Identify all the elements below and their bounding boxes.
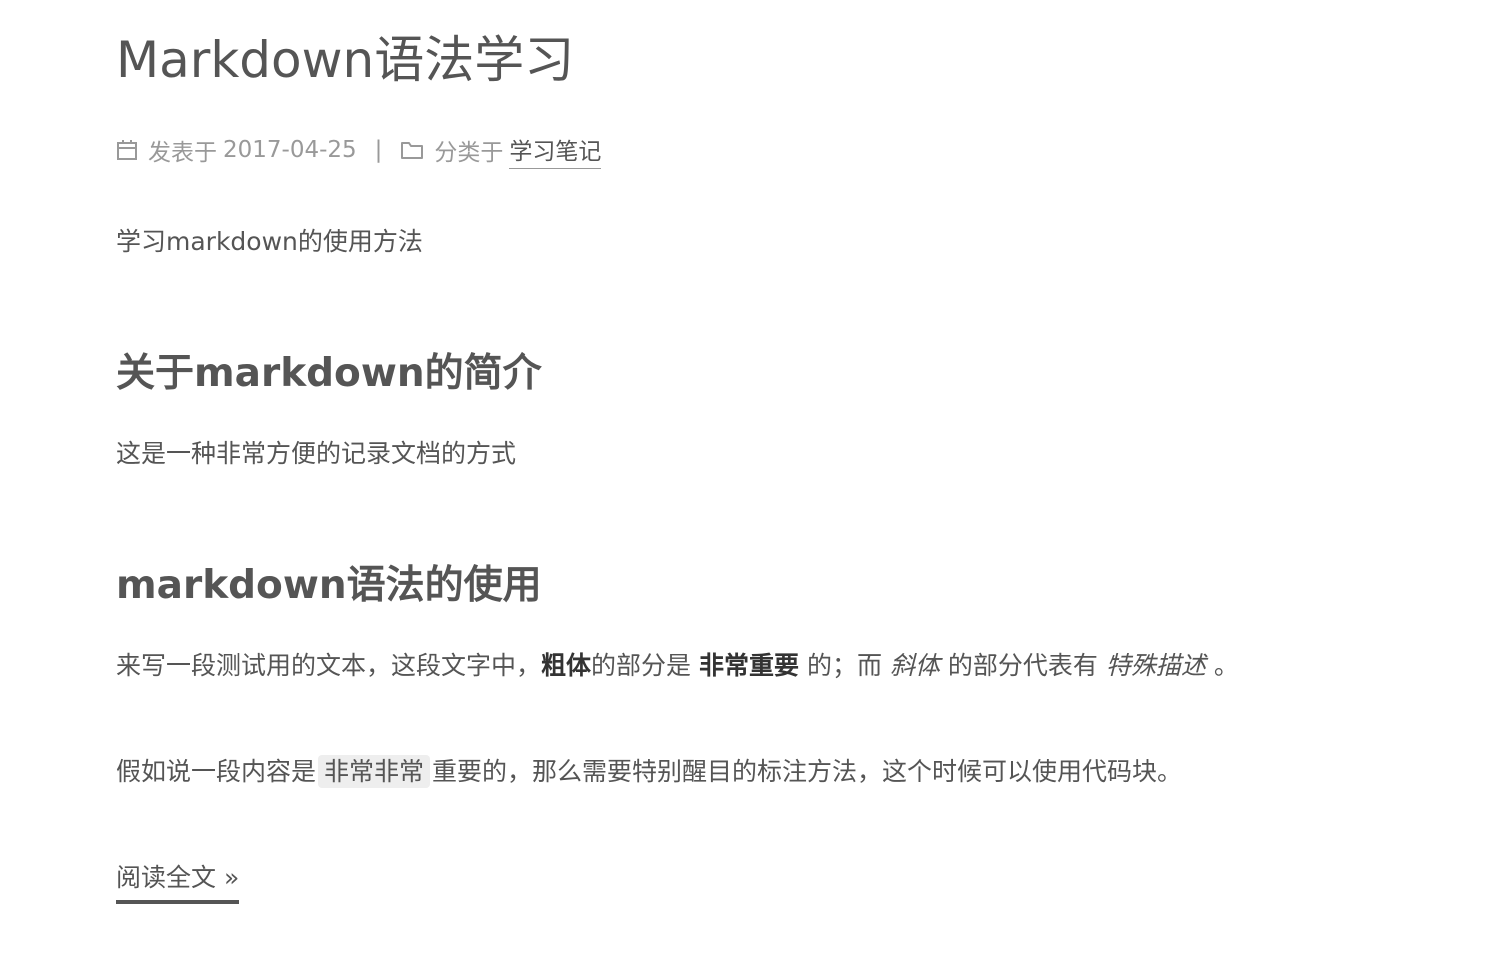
post-title[interactable]: Markdown语法学习 [116, 28, 574, 92]
text-fragment: 假如说一段内容是 [116, 757, 317, 786]
section-heading-usage: markdown语法的使用 [116, 563, 542, 608]
posted-label: 发表于 [148, 140, 217, 166]
bold-text: 非常重要 [699, 651, 800, 680]
italic-text: 斜体 [889, 651, 940, 680]
category-label: 分类于 [434, 140, 504, 166]
text-fragment: 。 [1213, 651, 1239, 680]
inline-code: 非常非常 [318, 755, 431, 788]
post-date: 2017-04-25 [223, 137, 357, 163]
text-fragment: 的部分是 [591, 651, 692, 680]
text-fragment: 的部分代表有 [947, 651, 1098, 680]
section-intro-text: 这是一种非常方便的记录文档的方式 [116, 439, 517, 468]
text-fragment: 来写一段测试用的文本，这段文字中， [116, 651, 542, 680]
calendar-icon [116, 139, 138, 161]
read-more-button[interactable]: 阅读全文 » [116, 858, 240, 904]
meta-separator: | [374, 137, 383, 163]
section-heading-intro: 关于markdown的简介 [116, 351, 542, 396]
post-meta: 发表于 2017-04-25 | 分类于 学习笔记 [116, 132, 602, 169]
italic-text: 特殊描述 [1105, 651, 1206, 680]
bold-text: 粗体 [541, 651, 592, 680]
usage-paragraph-2: 假如说一段内容是 非常非常 重要的，那么需要特别醒目的标注方法，这个时候可以使用代码… [116, 752, 1182, 792]
text-fragment: 的；而 [806, 651, 882, 680]
folder-icon [400, 140, 424, 160]
text-fragment: 重要的，那么需要特别醒目的标注方法，这个时候可以使用代码块。 [432, 757, 1183, 786]
post-intro: 学习markdown的使用方法 [116, 227, 423, 256]
usage-paragraph-1: 来写一段测试用的文本，这段文字中，粗体的部分是 非常重要 的；而 斜体 的部分代… [116, 646, 1239, 686]
category-link[interactable]: 学习笔记 [509, 132, 602, 169]
